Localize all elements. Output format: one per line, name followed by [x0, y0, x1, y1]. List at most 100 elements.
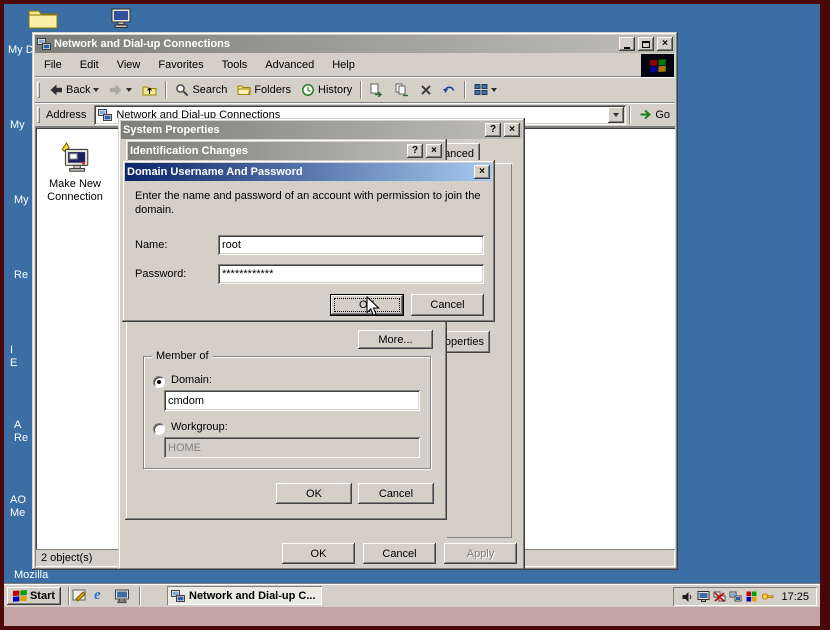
taskbar-divider — [139, 587, 141, 605]
system-tray: 17:25 — [673, 587, 817, 606]
menu-item-advanced[interactable]: Advanced — [256, 55, 323, 75]
apply-button[interactable]: Apply — [444, 543, 517, 564]
taskbar: Start e Network and Dial-up C... — [4, 583, 820, 607]
desktop-icon-label[interactable]: AO Me — [10, 494, 26, 520]
folder-icon[interactable] — [28, 5, 58, 29]
folders-label: Folders — [254, 84, 291, 96]
display-settings-icon[interactable] — [697, 590, 710, 603]
credentials-dialog: Domain Username And Password × Enter the… — [122, 160, 495, 322]
forward-icon — [109, 84, 123, 96]
help-icon: ? — [490, 125, 496, 135]
menubar: File Edit View Favorites Tools Advanced … — [35, 53, 675, 77]
menu-item-edit[interactable]: Edit — [71, 55, 108, 75]
help-button[interactable]: ? — [485, 123, 501, 137]
menu-item-tools[interactable]: Tools — [213, 55, 257, 75]
domain-input[interactable] — [164, 390, 420, 411]
password-input[interactable] — [218, 264, 484, 284]
history-button[interactable]: History — [296, 79, 357, 101]
task-button[interactable]: Network and Dial-up C... — [167, 586, 322, 605]
desktop-icon-label[interactable]: My — [14, 194, 29, 207]
undo-button[interactable] — [437, 79, 461, 101]
chevron-down-icon — [613, 113, 619, 117]
more-button[interactable]: More... — [358, 330, 433, 349]
ok-button[interactable]: OK — [282, 543, 355, 564]
toolbar-grip[interactable] — [37, 82, 40, 98]
forward-button[interactable] — [104, 79, 137, 101]
copy-to-button[interactable] — [390, 79, 415, 101]
key-icon[interactable] — [761, 590, 774, 603]
cancel-button[interactable]: Cancel — [363, 543, 436, 564]
close-button[interactable]: × — [504, 123, 520, 137]
desktop-icon-label[interactable]: Mozilla — [14, 569, 48, 582]
computer-icon[interactable] — [110, 7, 134, 30]
address-dropdown-button[interactable] — [608, 107, 624, 123]
views-button[interactable] — [469, 79, 502, 101]
identification-titlebar[interactable]: Identification Changes ? × — [128, 142, 444, 160]
menu-item-favorites[interactable]: Favorites — [149, 55, 212, 75]
name-input[interactable] — [218, 235, 484, 255]
address-label: Address — [46, 109, 86, 121]
network-error-icon[interactable] — [713, 590, 726, 603]
cancel-button[interactable]: Cancel — [358, 483, 434, 504]
back-button[interactable]: Back — [44, 79, 104, 101]
close-icon: × — [431, 146, 437, 156]
ok-button[interactable]: OK — [276, 483, 352, 504]
desktop-icon-label[interactable]: A Re — [14, 419, 28, 445]
credentials-titlebar[interactable]: Domain Username And Password × — [125, 163, 492, 181]
toolbar: Back Search — [35, 77, 675, 103]
up-folder-icon — [142, 83, 157, 96]
search-button[interactable]: Search — [170, 79, 232, 101]
desktop-icon-label[interactable]: My D — [8, 44, 34, 57]
back-label: Back — [66, 84, 90, 96]
desktop-icon-label[interactable]: I E — [10, 344, 17, 370]
tab-page-right-edge — [511, 164, 512, 538]
desktop-icon-label[interactable]: My — [10, 119, 25, 132]
member-of-label: Member of — [152, 350, 213, 362]
addressbar-grip[interactable] — [37, 107, 40, 123]
network-icon[interactable] — [729, 590, 742, 603]
make-new-connection-icon[interactable] — [58, 142, 92, 176]
volume-icon[interactable] — [681, 591, 694, 603]
tray-clock[interactable]: 17:25 — [781, 591, 809, 603]
explorer-titlebar[interactable]: Network and Dial-up Connections × — [35, 35, 675, 53]
dialog-title: Domain Username And Password — [127, 166, 471, 178]
maximize-button[interactable] — [638, 37, 654, 51]
make-new-connection-label[interactable]: Make New Connection — [36, 178, 114, 204]
close-button[interactable]: × — [657, 37, 673, 51]
close-button[interactable]: × — [474, 165, 490, 179]
desktop-icon-label[interactable]: Re — [14, 269, 28, 282]
monitor-icon[interactable] — [114, 588, 130, 604]
workgroup-radio[interactable] — [153, 423, 165, 435]
internet-explorer-icon[interactable]: e — [94, 587, 101, 604]
menu-item-view[interactable]: View — [108, 55, 150, 75]
up-button[interactable] — [137, 79, 162, 101]
menu-item-help[interactable]: Help — [323, 55, 364, 75]
windows-update-icon[interactable] — [745, 590, 758, 603]
go-button[interactable]: Go — [634, 104, 675, 126]
help-button[interactable]: ? — [407, 144, 423, 158]
toolbar-separator — [464, 81, 466, 99]
folders-button[interactable]: Folders — [232, 79, 296, 101]
screen: My D My My Re I E A Re AO Me Mozilla Net… — [0, 0, 830, 630]
delete-icon — [420, 84, 432, 96]
close-button[interactable]: × — [426, 144, 442, 158]
search-label: Search — [192, 84, 227, 96]
menu-item-file[interactable]: File — [35, 55, 71, 75]
member-of-group: Member of Domain: Workgroup: — [143, 356, 431, 469]
mouse-cursor — [366, 296, 381, 318]
system-properties-titlebar[interactable]: System Properties ? × — [121, 121, 522, 139]
show-desktop-icon[interactable] — [72, 588, 88, 604]
start-button[interactable]: Start — [7, 587, 61, 605]
cancel-button[interactable]: Cancel — [411, 294, 484, 316]
dialog-title: System Properties — [123, 124, 482, 136]
dialog-message: Enter the name and password of an accoun… — [135, 189, 487, 217]
tab-label: anced — [444, 148, 474, 160]
tab-page-bottom-edge — [447, 537, 512, 538]
minimize-button[interactable] — [619, 37, 635, 51]
delete-button[interactable] — [415, 79, 437, 101]
search-icon — [175, 83, 189, 97]
windows-flag-icon — [13, 590, 27, 602]
address-icon — [98, 108, 112, 122]
move-to-button[interactable] — [365, 79, 390, 101]
domain-radio[interactable] — [153, 376, 165, 388]
